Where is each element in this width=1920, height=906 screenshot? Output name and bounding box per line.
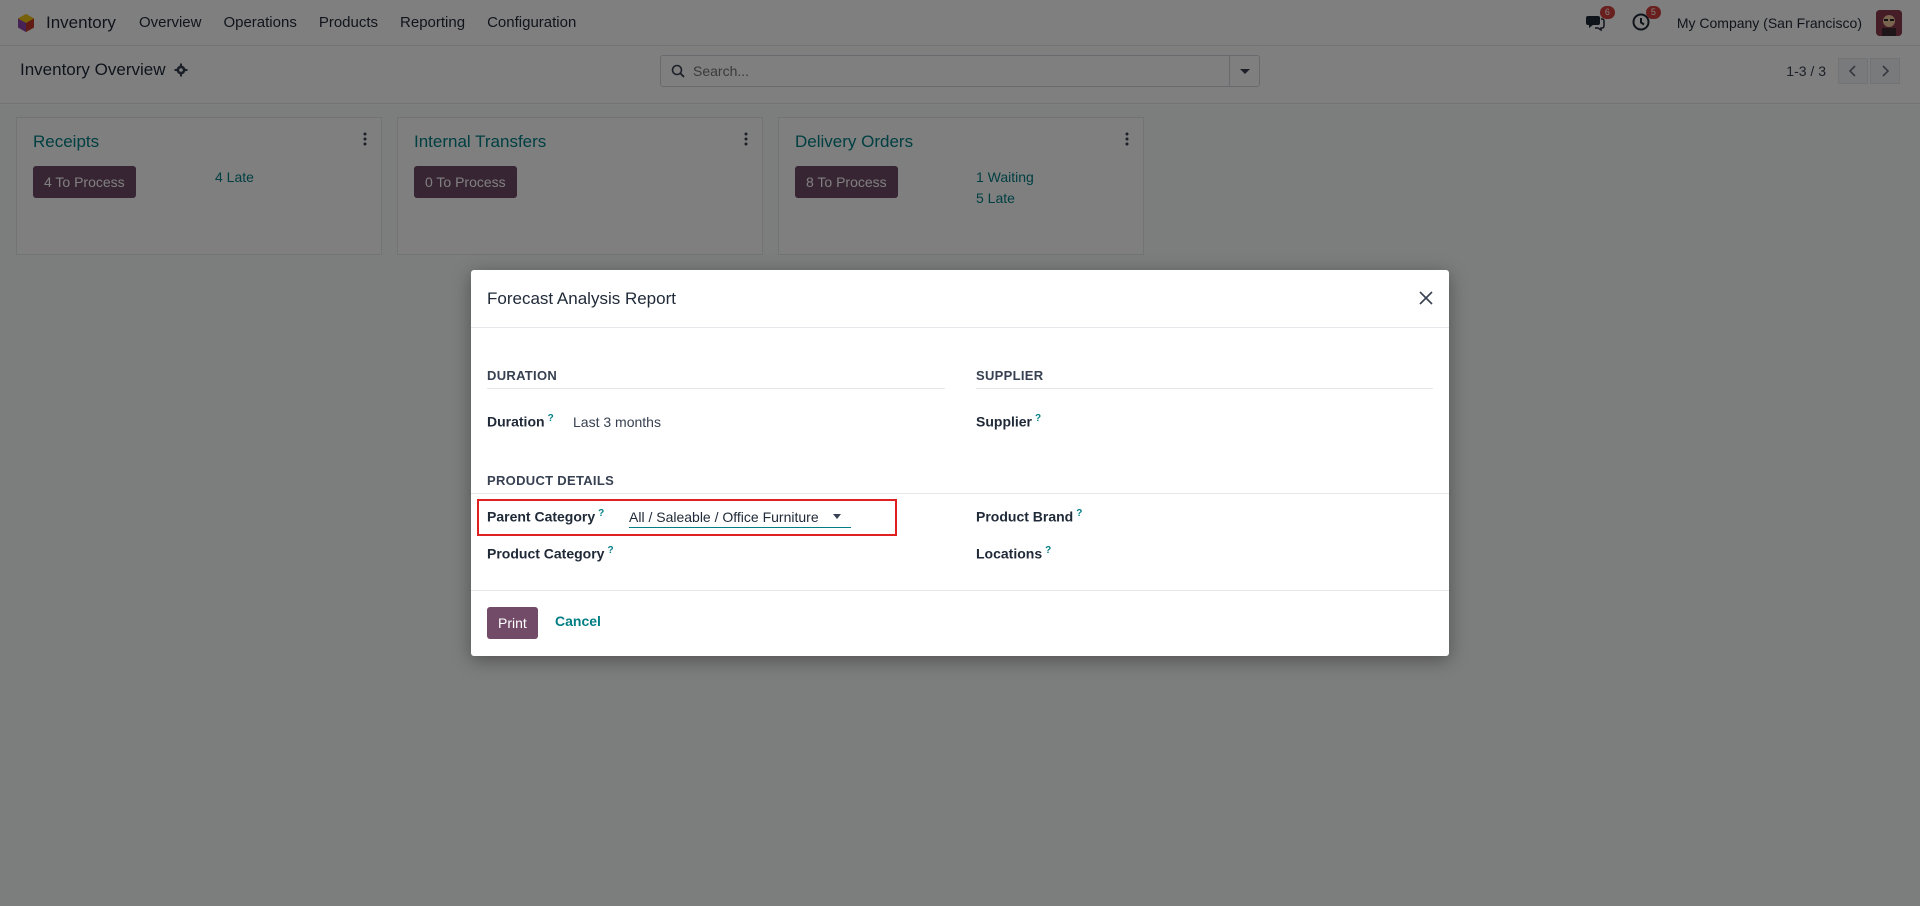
parent-category-label-text: Parent Category	[487, 508, 596, 525]
modal-title: Forecast Analysis Report	[487, 289, 676, 308]
close-icon[interactable]	[1417, 289, 1435, 307]
supplier-label: Supplier?	[976, 413, 1041, 430]
parent-category-label: Parent Category?	[487, 508, 604, 525]
section-duration-heading: DURATION	[487, 368, 558, 383]
product-brand-label: Product Brand?	[976, 508, 1082, 525]
dropdown-caret-icon[interactable]	[833, 514, 841, 519]
help-tooltip-icon[interactable]: ?	[1045, 545, 1051, 556]
duration-label: Duration?	[487, 413, 554, 430]
duration-value[interactable]: Last 3 months	[573, 414, 661, 430]
print-button[interactable]: Print	[487, 607, 538, 639]
parent-category-input[interactable]	[629, 508, 825, 525]
help-tooltip-icon[interactable]: ?	[1076, 508, 1082, 519]
section-divider	[471, 493, 1449, 494]
cancel-button[interactable]: Cancel	[555, 613, 601, 629]
help-tooltip-icon[interactable]: ?	[1035, 413, 1041, 424]
section-product-details-heading: PRODUCT DETAILS	[487, 473, 615, 488]
modal-header: Forecast Analysis Report	[471, 270, 1449, 328]
help-tooltip-icon[interactable]: ?	[607, 545, 613, 556]
locations-label: Locations?	[976, 545, 1051, 562]
product-brand-label-text: Product Brand	[976, 508, 1074, 525]
help-tooltip-icon[interactable]: ?	[548, 413, 554, 424]
product-category-label: Product Category?	[487, 545, 614, 562]
supplier-label-text: Supplier	[976, 413, 1033, 430]
modal-footer: Print Cancel	[471, 590, 1449, 656]
section-supplier-heading: SUPPLIER	[976, 368, 1044, 383]
modal-body: DURATION Duration? Last 3 months SUPPLIE…	[471, 328, 1449, 590]
forecast-analysis-dialog: Forecast Analysis Report DURATION Durati…	[471, 270, 1449, 656]
locations-label-text: Locations	[976, 545, 1043, 562]
section-divider	[487, 388, 945, 389]
help-tooltip-icon[interactable]: ?	[598, 508, 604, 519]
product-category-label-text: Product Category	[487, 545, 605, 562]
parent-category-field	[629, 506, 851, 528]
section-divider	[976, 388, 1433, 389]
duration-label-text: Duration	[487, 413, 545, 430]
